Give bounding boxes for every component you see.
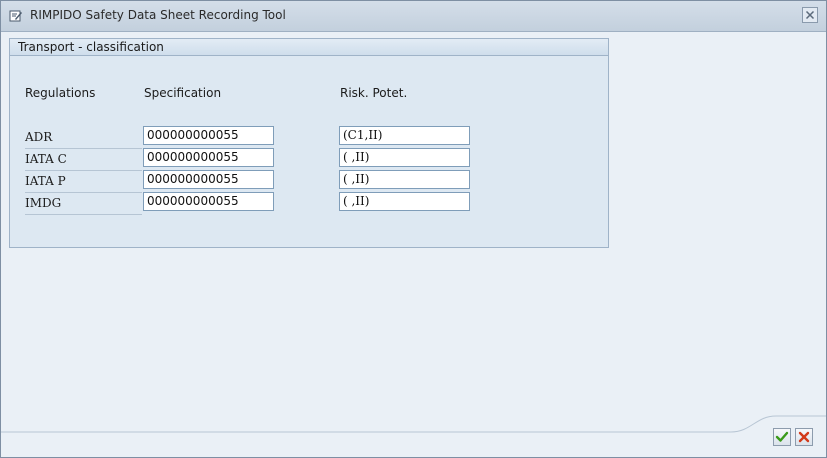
specification-column-header: Specification	[144, 86, 222, 100]
risk-column-header: Risk. Potet.	[340, 86, 408, 100]
confirm-button[interactable]	[773, 428, 791, 446]
group-title: Transport - classification	[18, 40, 164, 54]
window-title: RIMPIDO Safety Data Sheet Recording Tool	[30, 8, 286, 22]
cancel-button[interactable]	[795, 428, 813, 446]
regulation-label-adr: ADR	[25, 128, 142, 149]
risk-field-iata-p[interactable]: ( ,II)	[339, 170, 470, 189]
risk-field-iata-c[interactable]: ( ,II)	[339, 148, 470, 167]
regulation-label-iata-c: IATA C	[25, 150, 142, 171]
close-button[interactable]	[802, 7, 818, 23]
group-header: Transport - classification	[10, 39, 608, 56]
specification-field-iata-c[interactable]: 000000000055	[143, 148, 274, 167]
regulation-label-imdg: IMDG	[25, 194, 142, 215]
close-icon	[805, 10, 815, 20]
specification-field-iata-p[interactable]: 000000000055	[143, 170, 274, 189]
risk-field-imdg[interactable]: ( ,II)	[339, 192, 470, 211]
specification-field-adr[interactable]: 000000000055	[143, 126, 274, 145]
dialog-window: RIMPIDO Safety Data Sheet Recording Tool…	[0, 0, 827, 458]
risk-field-adr[interactable]: (C1,II)	[339, 126, 470, 145]
dialog-edit-icon	[9, 9, 23, 23]
transport-classification-group: Transport - classification Regulations S…	[9, 38, 609, 248]
checkmark-icon	[775, 431, 789, 442]
specification-field-imdg[interactable]: 000000000055	[143, 192, 274, 211]
footer-divider	[1, 415, 826, 433]
regulations-column-header: Regulations	[25, 86, 96, 100]
regulation-label-iata-p: IATA P	[25, 172, 142, 193]
cancel-x-icon	[798, 431, 810, 443]
title-bar: RIMPIDO Safety Data Sheet Recording Tool	[1, 1, 826, 32]
